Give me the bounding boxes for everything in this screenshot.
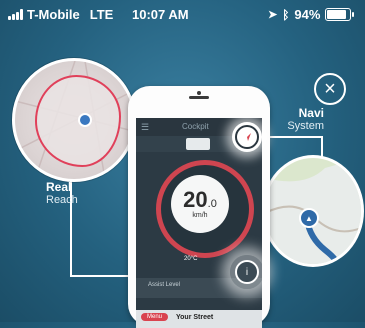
info-highlight[interactable]: i: [230, 255, 264, 289]
info-icon: i: [235, 260, 259, 284]
phone-camera: [197, 91, 201, 95]
signal-bars-icon: [8, 9, 23, 20]
navi-system-title: Navi: [298, 106, 324, 120]
map-pin-icon: [78, 113, 92, 127]
reach-map-preview: [12, 58, 136, 182]
clock-label: 10:07 AM: [132, 7, 189, 22]
navigation-arrow-icon: [235, 125, 259, 149]
leader-line-navi-vertical: [321, 136, 323, 158]
real-reach-label: Real Reach: [46, 180, 78, 206]
battery-percent: 94%: [294, 7, 321, 22]
status-bar: T-Mobile LTE 10:07 AM ➤ ᛒ 94%: [0, 0, 365, 28]
speed-gauge: 20.0 km/h: [156, 160, 254, 258]
speed-readout: 20.0 km/h: [171, 175, 229, 233]
temperature-label: 20°C: [184, 256, 198, 262]
navigation-highlight[interactable]: [232, 122, 262, 152]
navi-map-preview: ▲: [262, 155, 364, 267]
status-right: ➤ ᛒ 94%: [268, 7, 355, 22]
bluetooth-icon: ᛒ: [282, 7, 290, 22]
real-reach-subtitle: Reach: [46, 194, 78, 206]
close-icon: ×: [324, 78, 336, 100]
navi-system-label: Navi System: [284, 106, 324, 132]
speed-number: 20.0: [183, 187, 217, 212]
navi-system-subtitle: System: [287, 120, 324, 132]
network-label: LTE: [89, 7, 114, 22]
menu-chip[interactable]: Menu: [141, 313, 169, 321]
location-arrow-icon: ➤: [268, 9, 278, 21]
close-button[interactable]: ×: [314, 73, 346, 105]
menu-icon[interactable]: ☰: [141, 122, 149, 133]
app-title: Cockpit: [182, 122, 209, 131]
real-reach-title: Real: [46, 180, 72, 194]
assist-level-label: Assist Level: [148, 282, 181, 288]
battery-icon: [325, 8, 355, 21]
phone-speaker: [189, 96, 209, 99]
tab-active[interactable]: [186, 138, 210, 150]
street-bar: Menu Your Street: [136, 310, 262, 328]
carrier-label: T-Mobile: [27, 7, 80, 22]
speed-unit: km/h: [192, 212, 208, 219]
status-left: T-Mobile LTE: [8, 7, 113, 22]
navigation-position-icon: ▲: [299, 208, 319, 228]
street-name: Your Street: [176, 314, 214, 321]
